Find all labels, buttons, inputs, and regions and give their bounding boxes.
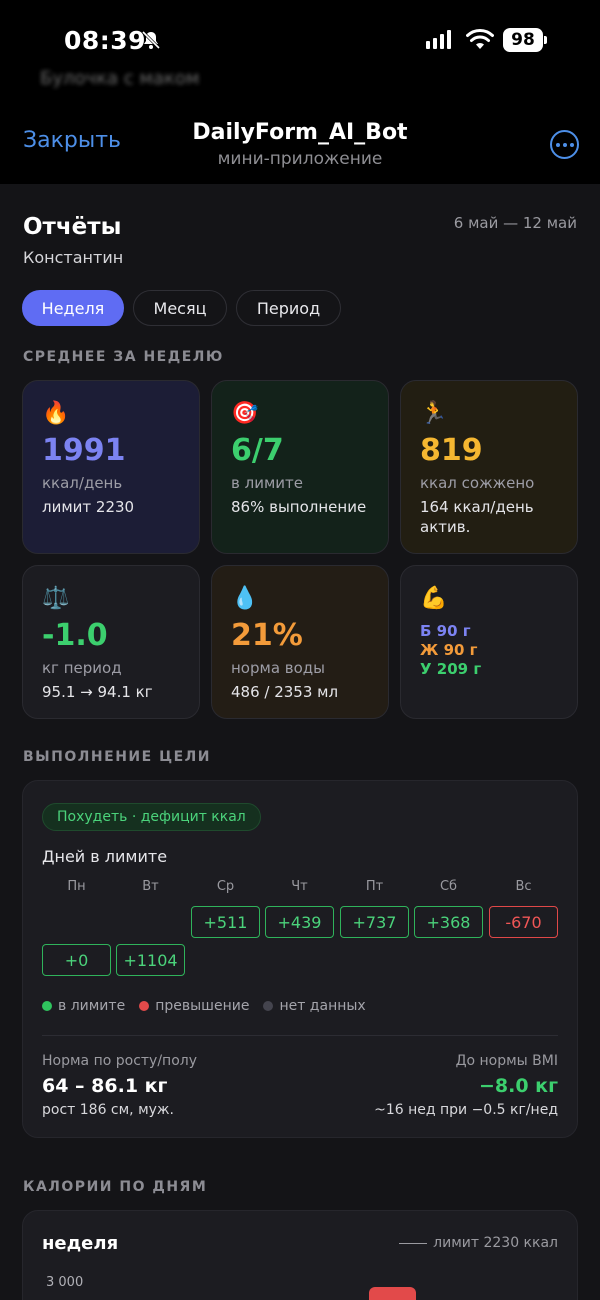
water-percent-value: 21% — [231, 618, 303, 653]
burned-card[interactable]: 🏃 819 ккал сожжено 164 ккал/день актив. — [400, 380, 578, 554]
tab-week[interactable]: Неделя — [22, 290, 124, 326]
scales-icon: ⚖️ — [42, 586, 70, 611]
battery-indicator: 98 — [503, 28, 543, 52]
norm-value: 64 – 86.1 кг — [42, 1075, 168, 1097]
days-in-limit-unit: в лимите — [231, 474, 303, 492]
avg-calories-unit: ккал/день — [42, 474, 123, 492]
status-time: 08:39 — [64, 26, 147, 55]
section-weekly-average: СРЕДНЕЕ ЗА НЕДЕЛЮ — [23, 349, 224, 365]
target-icon: 🎯 — [231, 401, 259, 426]
weekday-thu: Чт — [291, 879, 308, 894]
carbs-value: У 209 г — [420, 660, 482, 678]
battery-tip — [544, 36, 547, 44]
mini-app-header: Закрыть DailyForm_AI_Bot мини-приложение — [0, 96, 600, 184]
page-title: Отчёты — [23, 214, 122, 240]
chart-period-title: неделя — [42, 1233, 119, 1254]
legend-no-data: нет данных — [263, 998, 366, 1014]
calorie-limit: лимит 2230 — [42, 498, 135, 516]
fire-icon: 🔥 — [42, 401, 70, 426]
weekday-sat: Сб — [439, 879, 458, 894]
day-cell[interactable]: +511 — [191, 906, 260, 938]
water-card[interactable]: 💧 21% норма воды 486 / 2353 мл — [211, 565, 389, 719]
date-range: 6 май — 12 май — [453, 214, 577, 232]
weight-change-unit: кг период — [42, 659, 122, 677]
divider — [42, 1035, 558, 1036]
bmi-value: −8.0 кг — [478, 1075, 558, 1097]
tab-month[interactable]: Месяц — [133, 290, 227, 326]
goal-panel: Похудеть · дефицит ккал Дней в лимите Пн… — [22, 780, 578, 1138]
day-cell[interactable]: +1104 — [116, 944, 185, 976]
norm-label: Норма по росту/полу — [42, 1053, 197, 1069]
weight-card[interactable]: ⚖️ -1.0 кг период 95.1 → 94.1 кг — [22, 565, 200, 719]
user-name: Константин — [23, 248, 124, 267]
chart-limit-legend: лимит 2230 ккал — [399, 1235, 558, 1251]
protein-value: Б 90 г — [420, 622, 471, 640]
status-bar: 08:39 98 Булочка с маком — [0, 0, 600, 89]
bot-subtitle: мини-приложение — [217, 149, 383, 169]
burned-calories-unit: ккал сожжено — [420, 474, 535, 492]
cellular-signal-icon — [426, 30, 451, 49]
reports-screen: Отчёты Константин 6 май — 12 май Неделя … — [0, 184, 600, 1300]
completion-rate: 86% выполнение — [231, 498, 367, 516]
limit-line-icon — [399, 1242, 428, 1244]
bot-title: DailyForm_AI_Bot — [192, 120, 408, 145]
water-percent-unit: норма воды — [231, 659, 326, 677]
period-tabs: Неделя Месяц Период — [22, 290, 341, 326]
weekday-fri: Пт — [365, 879, 384, 894]
day-cell[interactable]: +439 — [265, 906, 334, 938]
droplet-icon: 💧 — [231, 586, 259, 611]
blurred-message-preview: Булочка с маком — [40, 68, 200, 89]
legend-over: превышение — [139, 998, 249, 1014]
days-in-limit-title: Дней в лимите — [42, 847, 168, 866]
bell-muted-icon — [141, 30, 161, 50]
burned-calories-value: 819 — [420, 433, 483, 468]
weekday-tue: Вт — [142, 879, 159, 894]
section-calories-by-day: КАЛОРИИ ПО ДНЯМ — [23, 1179, 208, 1195]
day-cell[interactable]: +737 — [340, 906, 409, 938]
runner-icon: 🏃 — [420, 401, 448, 426]
water-amount: 486 / 2353 мл — [231, 683, 339, 701]
tab-period[interactable]: Период — [236, 290, 341, 326]
y-axis-tick: 3 000 — [46, 1275, 84, 1290]
muscle-icon: 💪 — [420, 586, 448, 611]
norm-details: рост 186 см, муж. — [42, 1102, 174, 1118]
more-options-icon[interactable] — [550, 130, 579, 159]
section-goal: ВЫПОЛНЕНИЕ ЦЕЛИ — [23, 749, 211, 765]
macros-card[interactable]: 💪 Б 90 г Ж 90 г У 209 г — [400, 565, 578, 719]
goal-legend: в лимите превышение нет данных — [42, 998, 366, 1014]
goal-badge: Похудеть · дефицит ккал — [42, 803, 261, 831]
legend-in-limit: в лимите — [42, 998, 125, 1014]
day-cell[interactable]: +0 — [42, 944, 111, 976]
days-in-limit-value: 6/7 — [231, 433, 284, 468]
activity-per-day: 164 ккал/день актив. — [420, 498, 534, 536]
in-limit-card[interactable]: 🎯 6/7 в лимите 86% выполнение — [211, 380, 389, 554]
weight-range: 95.1 → 94.1 кг — [42, 683, 153, 701]
avg-calories-value: 1991 — [42, 433, 126, 468]
weekday-wed: Ср — [216, 879, 235, 894]
weekday-sun: Вс — [515, 879, 532, 894]
bmi-details: ~16 нед при −0.5 кг/нед — [374, 1102, 558, 1118]
day-cell-over[interactable]: -670 — [489, 906, 558, 938]
wifi-icon — [466, 28, 494, 49]
weekday-mon: Пн — [67, 879, 86, 894]
chart-bar-over[interactable] — [369, 1287, 416, 1300]
bmi-label: До нормы BMI — [455, 1053, 558, 1069]
calories-chart-panel: неделя лимит 2230 ккал 3 000 — [22, 1210, 578, 1300]
day-cell[interactable]: +368 — [414, 906, 483, 938]
weight-change-value: -1.0 — [42, 618, 108, 653]
calories-card[interactable]: 🔥 1991 ккал/день лимит 2230 — [22, 380, 200, 554]
fat-value: Ж 90 г — [420, 641, 478, 659]
